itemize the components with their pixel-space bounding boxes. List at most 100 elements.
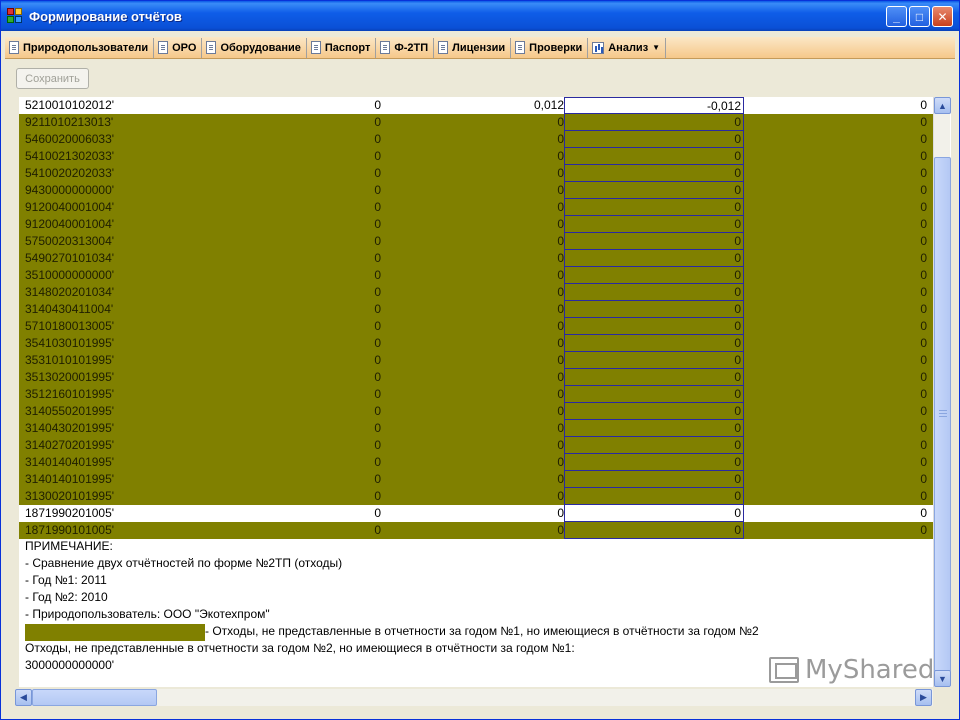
table-cell-v3[interactable]: 0 <box>564 267 744 284</box>
table-cell-v3[interactable]: 0 <box>564 284 744 301</box>
table-cell-v2[interactable]: 0 <box>381 148 564 165</box>
table-cell-code[interactable]: 3140550201995' <box>25 403 265 420</box>
scroll-left-icon[interactable]: ◀ <box>15 689 32 706</box>
table-cell-v4[interactable]: 0 <box>744 454 927 471</box>
table-row[interactable]: 1871990101005' 0 0 0 0 <box>19 522 933 539</box>
table-cell-v4[interactable]: 0 <box>744 114 927 131</box>
table-row[interactable]: 3510000000000' 0 0 0 0 <box>19 267 933 284</box>
table-cell-v2[interactable]: 0 <box>381 318 564 335</box>
table-cell-code[interactable]: 3512160101995' <box>25 386 265 403</box>
table-cell-v4[interactable]: 0 <box>744 318 927 335</box>
table-row[interactable]: 3513020001995' 0 0 0 0 <box>19 369 933 386</box>
table-cell-v2[interactable]: 0 <box>381 284 564 301</box>
table-cell-v3[interactable]: 0 <box>564 182 744 199</box>
table-cell-v2[interactable]: 0 <box>381 233 564 250</box>
table-cell-v3[interactable]: 0 <box>564 352 744 369</box>
table-cell-code[interactable]: 3513020001995' <box>25 369 265 386</box>
table-row[interactable]: 3541030101995' 0 0 0 0 <box>19 335 933 352</box>
table-cell-v2[interactable]: 0 <box>381 420 564 437</box>
table-cell-v1[interactable]: 0 <box>259 437 381 454</box>
table-cell-v3[interactable]: 0 <box>564 454 744 471</box>
table-cell-code[interactable]: 3140140401995' <box>25 454 265 471</box>
menu-item-0[interactable]: Природопользователи <box>5 37 155 58</box>
scroll-down-icon[interactable]: ▼ <box>934 670 951 687</box>
table-row[interactable]: 5460020006033' 0 0 0 0 <box>19 131 933 148</box>
table-cell-v1[interactable]: 0 <box>259 386 381 403</box>
table-cell-v3[interactable]: 0 <box>564 250 744 267</box>
table-cell-v3[interactable]: 0 <box>564 420 744 437</box>
table-cell-v3[interactable]: 0 <box>564 199 744 216</box>
title-bar[interactable]: Формирование отчётов _ □ ✕ <box>1 1 959 31</box>
table-row[interactable]: 3140550201995' 0 0 0 0 <box>19 403 933 420</box>
table-cell-v2[interactable]: 0 <box>381 250 564 267</box>
table-cell-v1[interactable]: 0 <box>259 250 381 267</box>
table-cell-v4[interactable]: 0 <box>744 199 927 216</box>
table-cell-v2[interactable]: 0 <box>381 199 564 216</box>
table-cell-code[interactable]: 5750020313004' <box>25 233 265 250</box>
table-cell-v3[interactable]: 0 <box>564 301 744 318</box>
table-row[interactable]: 3140430411004' 0 0 0 0 <box>19 301 933 318</box>
table-cell-v3[interactable]: 0 <box>564 505 744 522</box>
table-cell-v2[interactable]: 0 <box>381 505 564 522</box>
table-cell-v1[interactable]: 0 <box>259 165 381 182</box>
table-cell-v2[interactable]: 0 <box>381 369 564 386</box>
table-cell-v4[interactable]: 0 <box>744 267 927 284</box>
table-cell-v1[interactable]: 0 <box>259 182 381 199</box>
table-cell-v3[interactable]: 0 <box>564 114 744 131</box>
table-row[interactable]: 5490270101034' 0 0 0 0 <box>19 250 933 267</box>
table-cell-v1[interactable]: 0 <box>259 318 381 335</box>
table-cell-v1[interactable]: 0 <box>259 420 381 437</box>
table-cell-code[interactable]: 5490270101034' <box>25 250 265 267</box>
table-cell-v4[interactable]: 0 <box>744 488 927 505</box>
table-cell-v2[interactable]: 0 <box>381 216 564 233</box>
menu-item-7[interactable]: Анализ ▼ <box>588 37 667 58</box>
scroll-up-icon[interactable]: ▲ <box>934 97 951 114</box>
table-cell-v1[interactable]: 0 <box>259 488 381 505</box>
table-cell-code[interactable]: 3140140101995' <box>25 471 265 488</box>
table-cell-v4[interactable]: 0 <box>744 284 927 301</box>
menu-item-5[interactable]: Лицензии <box>434 37 512 58</box>
table-cell-v3[interactable]: 0 <box>564 233 744 250</box>
table-cell-v3[interactable]: 0 <box>564 488 744 505</box>
table-cell-code[interactable]: 5710180013005' <box>25 318 265 335</box>
table-cell-v4[interactable]: 0 <box>744 420 927 437</box>
horizontal-scroll-thumb[interactable] <box>32 689 157 706</box>
table-cell-v3[interactable]: 0 <box>564 471 744 488</box>
table-cell-code[interactable]: 9120040001004' <box>25 199 265 216</box>
table-cell-v3[interactable]: 0 <box>564 165 744 182</box>
table-cell-v3[interactable]: 0 <box>564 318 744 335</box>
table-cell-v2[interactable]: 0 <box>381 301 564 318</box>
table-row[interactable]: 5750020313004' 0 0 0 0 <box>19 233 933 250</box>
horizontal-scrollbar[interactable]: ◀ ▶ <box>15 689 933 706</box>
table-cell-v2[interactable]: 0 <box>381 403 564 420</box>
menu-item-4[interactable]: Ф-2ТП <box>376 37 435 58</box>
table-cell-v1[interactable]: 0 <box>259 369 381 386</box>
table-cell-v1[interactable]: 0 <box>259 471 381 488</box>
menu-item-1[interactable]: ОРО <box>154 37 203 58</box>
menu-item-2[interactable]: Оборудование <box>202 37 307 58</box>
table-cell-v1[interactable]: 0 <box>259 233 381 250</box>
table-cell-v3[interactable]: 0 <box>564 216 744 233</box>
table-cell-v1[interactable]: 0 <box>259 301 381 318</box>
table-cell-v4[interactable]: 0 <box>744 403 927 420</box>
table-cell-v1[interactable]: 0 <box>259 199 381 216</box>
table-cell-v2[interactable]: 0 <box>381 488 564 505</box>
table-cell-v4[interactable]: 0 <box>744 437 927 454</box>
table-cell-code[interactable]: 5410020202033' <box>25 165 265 182</box>
table-cell-v1[interactable]: 0 <box>259 505 381 522</box>
table-row[interactable]: 1871990201005' 0 0 0 0 <box>19 505 933 522</box>
table-cell-v4[interactable]: 0 <box>744 369 927 386</box>
table-row[interactable]: 3140430201995' 0 0 0 0 <box>19 420 933 437</box>
table-row[interactable]: 3140140401995' 0 0 0 0 <box>19 454 933 471</box>
table-row[interactable]: 3531010101995' 0 0 0 0 <box>19 352 933 369</box>
table-cell-v4[interactable]: 0 <box>744 352 927 369</box>
table-cell-v2[interactable]: 0 <box>381 131 564 148</box>
table-cell-v1[interactable]: 0 <box>259 216 381 233</box>
scroll-right-icon[interactable]: ▶ <box>915 689 932 706</box>
table-cell-code[interactable]: 3148020201034' <box>25 284 265 301</box>
table-cell-v3[interactable]: -0,012 <box>564 97 744 114</box>
table-row[interactable]: 3148020201034' 0 0 0 0 <box>19 284 933 301</box>
table-cell-v4[interactable]: 0 <box>744 250 927 267</box>
table-cell-v1[interactable]: 0 <box>259 97 381 114</box>
table-row[interactable]: 5410020202033' 0 0 0 0 <box>19 165 933 182</box>
